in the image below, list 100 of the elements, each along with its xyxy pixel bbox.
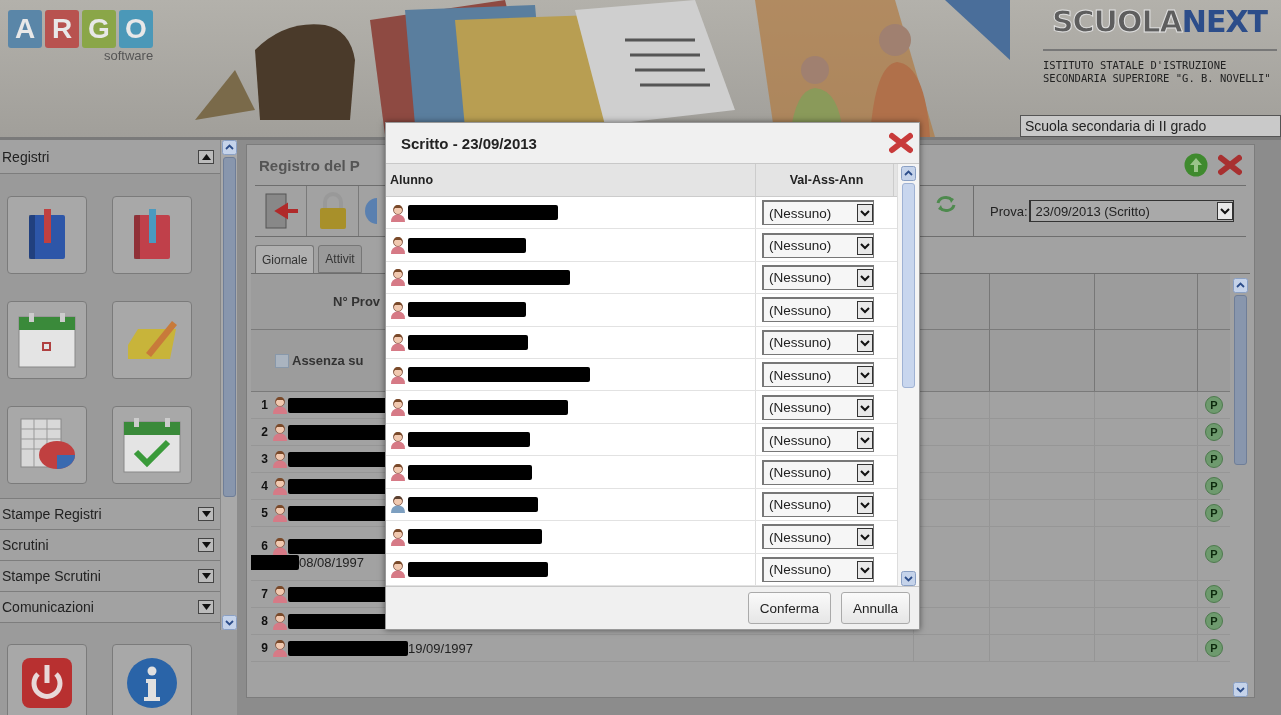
brand-logo-text: SCUOLA [1052, 4, 1182, 39]
student-avatar-icon [272, 504, 288, 522]
presence-badge: P [1205, 612, 1223, 630]
caret-icon [857, 333, 873, 352]
scroll-thumb[interactable] [222, 157, 236, 497]
row-number: 9 [260, 641, 268, 655]
section-toggle[interactable] [198, 569, 214, 583]
calendar-check-button[interactable] [112, 406, 192, 484]
student-avatar-icon [272, 396, 288, 414]
logo-subtitle: software [104, 48, 154, 63]
caret-icon [857, 398, 873, 417]
grade-dropdown[interactable]: (Nessuno) [762, 264, 874, 290]
grade-dropdown[interactable]: (Nessuno) [762, 297, 874, 323]
student-avatar-icon [390, 203, 406, 222]
student-avatar-icon [272, 450, 288, 468]
caret-icon [857, 236, 873, 255]
chart-button[interactable] [7, 406, 87, 484]
confirm-button[interactable]: Conferma [747, 592, 831, 624]
caret-icon [857, 560, 873, 579]
birth-date: 19/09/1997 [408, 640, 474, 656]
scroll-thumb[interactable] [902, 183, 915, 388]
student-avatar-icon [390, 365, 406, 384]
section-toggle[interactable] [198, 507, 214, 521]
scroll-down-icon[interactable] [901, 571, 916, 586]
logout-button[interactable] [7, 644, 87, 715]
student-avatar-icon [390, 268, 406, 287]
padlock-icon [317, 192, 348, 230]
presence-badge: P [1205, 450, 1223, 468]
tab[interactable]: Giornale [255, 245, 315, 273]
grade-dropdown[interactable]: (Nessuno) [762, 524, 874, 550]
section-label[interactable]: Scrutini [2, 537, 49, 553]
section-toggle[interactable] [198, 600, 214, 614]
tab[interactable]: Attivit [318, 245, 362, 273]
row-number: 1 [260, 398, 268, 412]
info-button[interactable] [112, 644, 192, 715]
logo-letter: A [8, 10, 42, 48]
student-avatar-icon [272, 477, 288, 495]
grade-dropdown[interactable]: (Nessuno) [762, 491, 874, 517]
close-icon[interactable] [1218, 154, 1242, 176]
section-toggle[interactable] [198, 538, 214, 552]
power-icon [21, 657, 73, 709]
class-register-button[interactable] [7, 196, 87, 274]
presence-badge: P [1205, 423, 1223, 441]
presence-badge: P [1205, 544, 1223, 563]
grade-dropdown[interactable]: (Nessuno) [762, 459, 874, 485]
caret-icon [857, 268, 873, 287]
caret-down-icon [201, 511, 211, 517]
presence-badge: P [1205, 585, 1223, 603]
row-number: 8 [260, 614, 268, 628]
prova-label: Prova: [990, 203, 1028, 219]
prova-dropdown[interactable]: 23/09/2013 (Scritto) [1028, 200, 1234, 222]
student-avatar-icon [390, 300, 406, 319]
student-avatar-icon [390, 430, 406, 449]
grade-dropdown[interactable]: (Nessuno) [762, 329, 874, 355]
calendar-icon [17, 311, 77, 369]
caret-icon [857, 431, 873, 450]
grade-dropdown[interactable]: (Nessuno) [762, 362, 874, 388]
section-toggle[interactable] [198, 149, 214, 164]
absence-checkbox[interactable] [275, 353, 289, 368]
row-number: 5 [260, 506, 268, 520]
logo-letter: R [45, 10, 79, 48]
caret-up-icon [201, 153, 211, 160]
sidebar-scrollbar[interactable] [220, 140, 237, 630]
section-label[interactable]: Registri [2, 148, 50, 165]
close-icon[interactable] [889, 132, 913, 154]
grade-dropdown[interactable]: (Nessuno) [762, 232, 874, 258]
student-avatar-icon [272, 537, 288, 555]
grade-dropdown[interactable]: (Nessuno) [762, 394, 874, 420]
row-number: 3 [260, 452, 268, 466]
caret-down-icon [201, 542, 211, 548]
grade-dropdown[interactable]: (Nessuno) [762, 427, 874, 453]
row-number: 7 [260, 587, 268, 601]
student-avatar-icon [272, 585, 288, 603]
calendar-check-icon [122, 416, 182, 474]
absence-label: Assenza su [292, 353, 364, 368]
caret-icon [857, 301, 873, 320]
scroll-up-icon[interactable] [221, 140, 237, 155]
student-avatar-icon [272, 612, 288, 630]
scroll-down-icon[interactable] [1232, 682, 1248, 697]
student-avatar-icon [390, 236, 406, 255]
teacher-register-button[interactable] [112, 196, 192, 274]
brand-logo-text: NEXT [1181, 4, 1268, 39]
school-type-field[interactable]: Scuola secondaria di II grado [1020, 115, 1281, 137]
grade-dropdown[interactable]: (Nessuno) [762, 200, 874, 226]
scroll-up-icon[interactable] [901, 166, 916, 181]
student-avatar-icon [390, 527, 406, 546]
calendar-button[interactable] [7, 301, 87, 379]
scroll-down-icon[interactable] [221, 615, 237, 630]
caret-icon [857, 528, 873, 547]
institute-name: ISTITUTO STATALE D'ISTRUZIONE SECONDARIA SUPERIORE "G. B. NOVELLI" [1043, 49, 1277, 85]
birth-date: 08/08/1997 [299, 555, 365, 570]
cancel-button[interactable]: Annulla [840, 592, 910, 624]
caret-icon [857, 495, 873, 514]
dialog-title: Scritto - 23/09/2013 [401, 134, 537, 152]
scroll-thumb[interactable] [1233, 295, 1247, 465]
student-avatar-icon [272, 423, 288, 441]
scroll-up-icon[interactable] [1232, 278, 1248, 293]
presence-badge: P [1205, 639, 1223, 657]
grade-dropdown[interactable]: (Nessuno) [762, 556, 874, 582]
logo-letter: O [119, 10, 153, 48]
